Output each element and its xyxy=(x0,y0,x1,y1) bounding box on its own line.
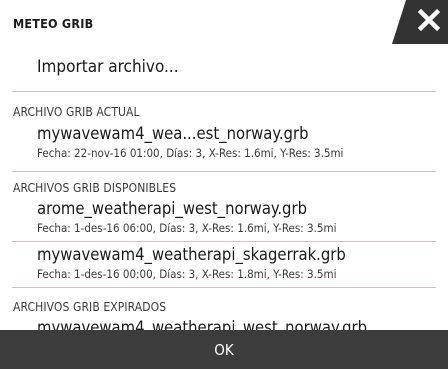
file-meta: Fecha: 1-des-16 06:00, Días: 3, X-Res: 1… xyxy=(37,221,337,235)
file-name: mywavewam4_wea...est_norway.grb xyxy=(37,124,309,143)
close-button[interactable] xyxy=(392,0,448,44)
file-name: mywavewam4_weatherapi_skagerrak.grb xyxy=(37,245,346,264)
ok-button[interactable]: OK xyxy=(0,330,448,369)
divider xyxy=(12,241,436,242)
available-grib-file[interactable]: mywavewam4_weatherapi_skagerrak.grb Fech… xyxy=(0,245,448,289)
section-header-current: ARCHIVO GRIB ACTUAL xyxy=(13,105,140,119)
dialog-content: Importar archivo... ARCHIVO GRIB ACTUAL … xyxy=(0,44,448,330)
grib-dialog: METEO GRIB Importar archivo... ARCHIVO G… xyxy=(0,0,448,369)
import-file-button[interactable]: Importar archivo... xyxy=(0,44,448,92)
file-name: arome_weatherapi_west_norway.grb xyxy=(37,199,308,218)
dialog-title: METEO GRIB xyxy=(13,16,94,31)
section-header-expired: ARCHIVOS GRIB EXPIRADOS xyxy=(13,300,167,314)
file-meta: Fecha: 22-nov-16 01:00, Días: 3, X-Res: … xyxy=(37,146,344,160)
divider xyxy=(12,91,436,92)
dialog-footer: OK xyxy=(0,330,448,369)
current-grib-file[interactable]: mywavewam4_wea...est_norway.grb Fecha: 2… xyxy=(0,124,448,168)
file-meta: Fecha: 1-des-16 00:00, Días: 3, X-Res: 1… xyxy=(37,267,337,281)
expired-grib-file[interactable]: mywavewam4_weatherapi_west_norway.grb xyxy=(37,318,367,330)
close-icon xyxy=(392,0,448,44)
divider xyxy=(12,171,436,172)
import-file-label: Importar archivo... xyxy=(37,57,179,77)
available-grib-file[interactable]: arome_weatherapi_west_norway.grb Fecha: … xyxy=(0,199,448,243)
dialog-titlebar: METEO GRIB xyxy=(0,0,448,44)
section-header-available: ARCHIVOS GRIB DISPONIBLES xyxy=(13,181,177,195)
divider xyxy=(12,287,436,288)
